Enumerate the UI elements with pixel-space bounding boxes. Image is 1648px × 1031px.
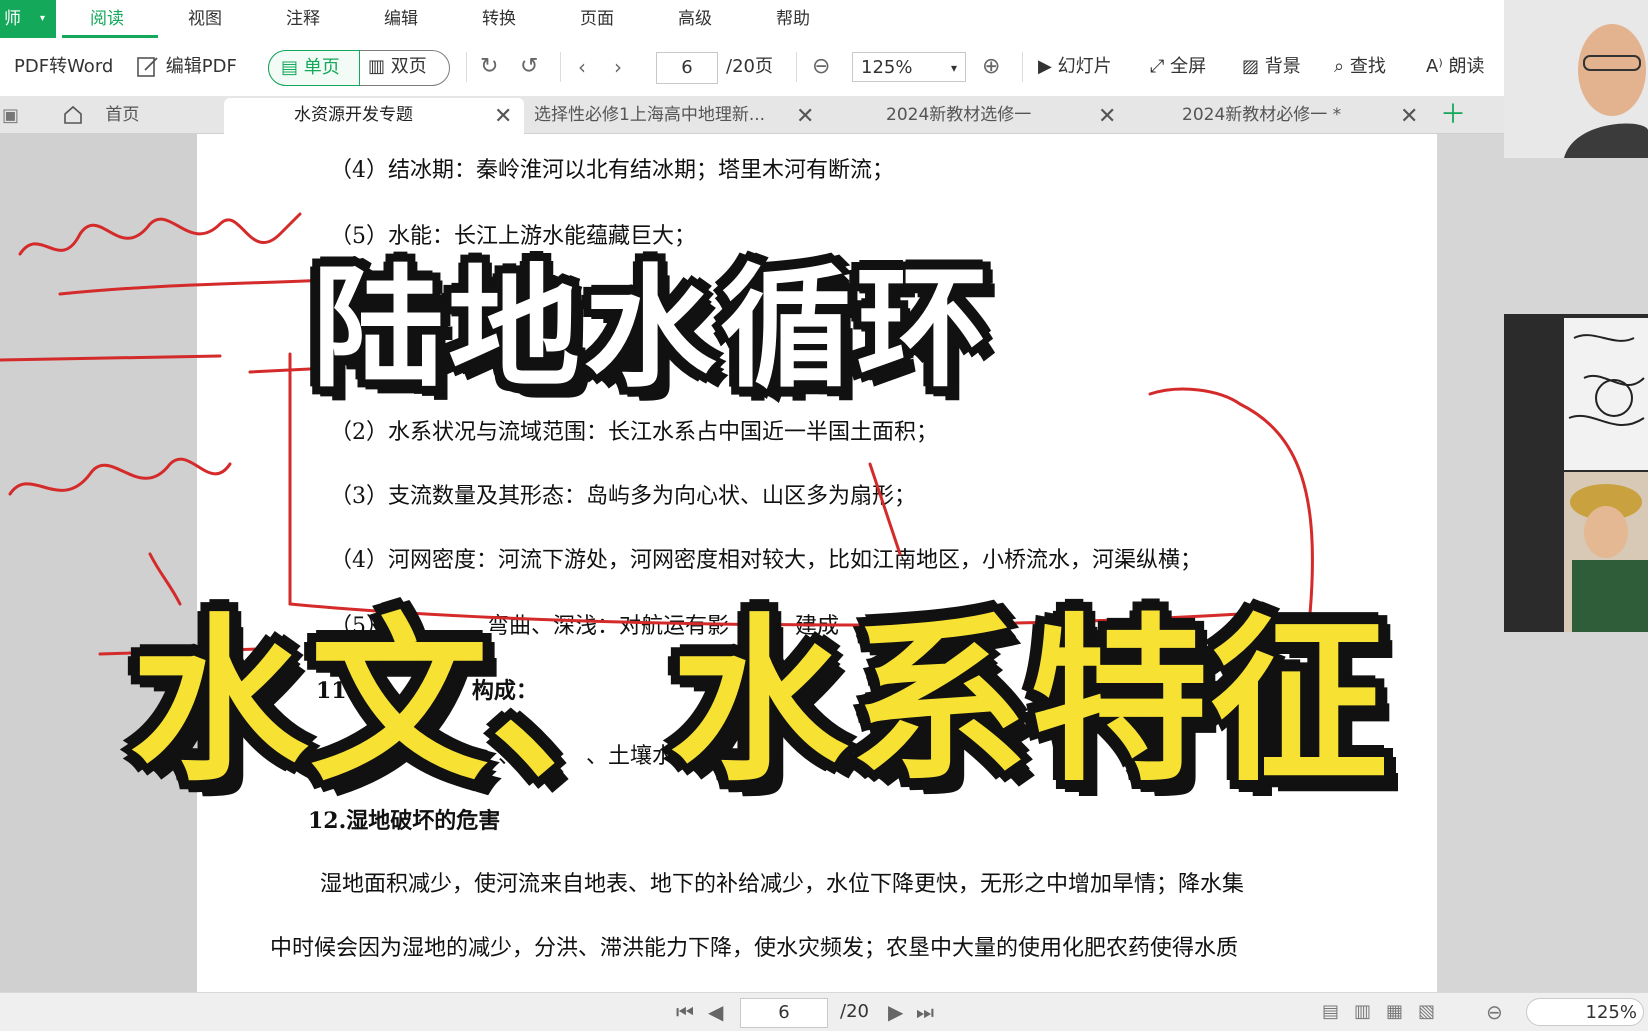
fullscreen-label: 全屏 [1170, 56, 1207, 77]
speaker-icon: A⁾ [1426, 56, 1443, 77]
toolbar-separator [560, 52, 561, 82]
zoom-out-icon[interactable]: ⊖ [1486, 998, 1503, 1026]
pdf-to-word-button[interactable]: PDF转Word [14, 52, 113, 82]
new-tab-icon[interactable]: ＋ [1440, 98, 1466, 133]
app-badge-label: 师 [4, 9, 21, 29]
chevron-down-icon: ▾ [950, 61, 957, 75]
edit-pdf-label: 编辑PDF [165, 56, 237, 77]
overlay-title-top: 陆地水循环 [312, 252, 992, 406]
edit-icon [137, 57, 158, 77]
zoom-in-icon[interactable]: ⊕ [982, 52, 1000, 82]
single-page-view-icon[interactable]: ▤ [1322, 998, 1339, 1026]
find-button[interactable]: ⌕ 查找 [1334, 52, 1386, 82]
double-page-button[interactable]: ▥ 双页 [368, 52, 427, 82]
slideshow-label: 幻灯片 [1057, 56, 1112, 77]
status-zoom-value[interactable]: 125% [1526, 998, 1644, 1026]
book-view-icon[interactable]: ▧ [1418, 998, 1435, 1026]
menu-convert[interactable]: 转换 [482, 6, 516, 32]
tab-elective-geography[interactable]: 选择性必修1上海高中地理新... [534, 98, 765, 133]
find-label: 查找 [1349, 56, 1386, 77]
app-badge[interactable]: 师 ▾ [0, 0, 56, 38]
page-number-input[interactable]: 6 [656, 52, 718, 84]
tab-2024-elective-one[interactable]: 2024新教材选修一 [886, 98, 1031, 133]
zoom-value: 125% [861, 57, 913, 78]
status-page-total: /20 [840, 1001, 869, 1022]
background-icon: ▨ [1242, 56, 1260, 77]
menu-help[interactable]: 帮助 [776, 6, 810, 32]
close-icon[interactable]: ✕ [796, 104, 814, 130]
continuous-view-icon[interactable]: ▥ [1354, 998, 1371, 1026]
toolbar-separator [796, 52, 797, 82]
chevron-down-icon: ▾ [40, 13, 46, 24]
tab-2024-required-one[interactable]: 2024新教材必修一 * [1182, 98, 1341, 133]
zoom-select[interactable]: 125% ▾ [852, 52, 966, 82]
single-page-button[interactable]: ▤ 单页 [268, 50, 360, 86]
fullscreen-button[interactable]: ⤢ 全屏 [1150, 52, 1206, 82]
tab-home[interactable]: 首页 [62, 98, 139, 133]
menu-annotate[interactable]: 注释 [286, 6, 320, 32]
page-total-label: /20页 [726, 56, 773, 77]
next-page-icon[interactable]: ▶ [888, 998, 903, 1026]
document-line: 中时候会因为湿地的减少，分洪、滞洪能力下降，使水灾频发；农垦中大量的使用化肥农药… [270, 936, 1239, 961]
previous-page-icon[interactable]: ‹ [578, 52, 586, 82]
double-page-view-icon[interactable]: ▦ [1386, 998, 1403, 1026]
presenter-avatar [1504, 0, 1648, 158]
webcam-overlay [1504, 0, 1648, 158]
menu-page[interactable]: 页面 [580, 6, 614, 32]
menu-read[interactable]: 阅读 [90, 6, 124, 32]
close-icon[interactable]: ✕ [1098, 104, 1116, 130]
tab-home-label: 首页 [105, 105, 140, 125]
background-label: 背景 [1264, 56, 1301, 77]
rotate-clockwise-icon[interactable]: ↻ [480, 52, 498, 82]
last-page-icon[interactable]: ⏭ [916, 998, 934, 1026]
slideshow-button[interactable]: ▶ 幻灯片 [1038, 52, 1112, 82]
comic-thumbnail [1564, 318, 1648, 470]
document-line: 湿地面积减少，使河流来自地表、地下的补给减少，水位下降更快，无形之中增加旱情；降… [320, 872, 1245, 897]
toolbar-separator [1022, 52, 1023, 82]
rotate-counterclockwise-icon[interactable]: ↺ [520, 52, 538, 82]
overlay-title-bottom: 水文、水系特征 [130, 598, 1390, 805]
background-button[interactable]: ▨ 背景 [1242, 52, 1301, 82]
next-page-icon[interactable]: › [614, 52, 622, 82]
read-aloud-label: 朗读 [1448, 56, 1485, 77]
double-page-label: 双页 [390, 56, 427, 77]
close-icon[interactable]: ✕ [494, 104, 512, 130]
single-page-label: 单页 [303, 57, 340, 78]
menu-bar [0, 0, 1504, 39]
menu-edit[interactable]: 编辑 [384, 6, 418, 32]
status-page-input[interactable]: 6 [740, 998, 828, 1028]
zoom-out-icon[interactable]: ⊖ [812, 52, 830, 82]
home-icon [64, 105, 82, 124]
edit-pdf-button[interactable]: 编辑PDF [136, 52, 237, 82]
double-page-icon: ▥ [368, 56, 386, 77]
search-icon: ⌕ [1334, 56, 1345, 77]
page-icon: ▤ [281, 57, 299, 78]
fullscreen-icon: ⤢ [1150, 56, 1165, 77]
slideshow-icon: ▶ [1038, 56, 1052, 77]
menu-advanced[interactable]: 高级 [678, 6, 712, 32]
close-icon[interactable]: ✕ [1400, 104, 1418, 130]
photo-thumbnail [1564, 472, 1648, 632]
menu-view[interactable]: 视图 [188, 6, 222, 32]
tab-water-resources[interactable]: 水资源开发专题 [294, 98, 413, 133]
first-page-icon[interactable]: ⏮ [676, 998, 694, 1026]
read-aloud-button[interactable]: A⁾ 朗读 [1426, 52, 1484, 82]
sidebar-toggle-icon[interactable]: ▣ [2, 98, 19, 133]
prev-page-icon[interactable]: ◀ [708, 998, 723, 1026]
toolbar-separator [466, 52, 467, 82]
